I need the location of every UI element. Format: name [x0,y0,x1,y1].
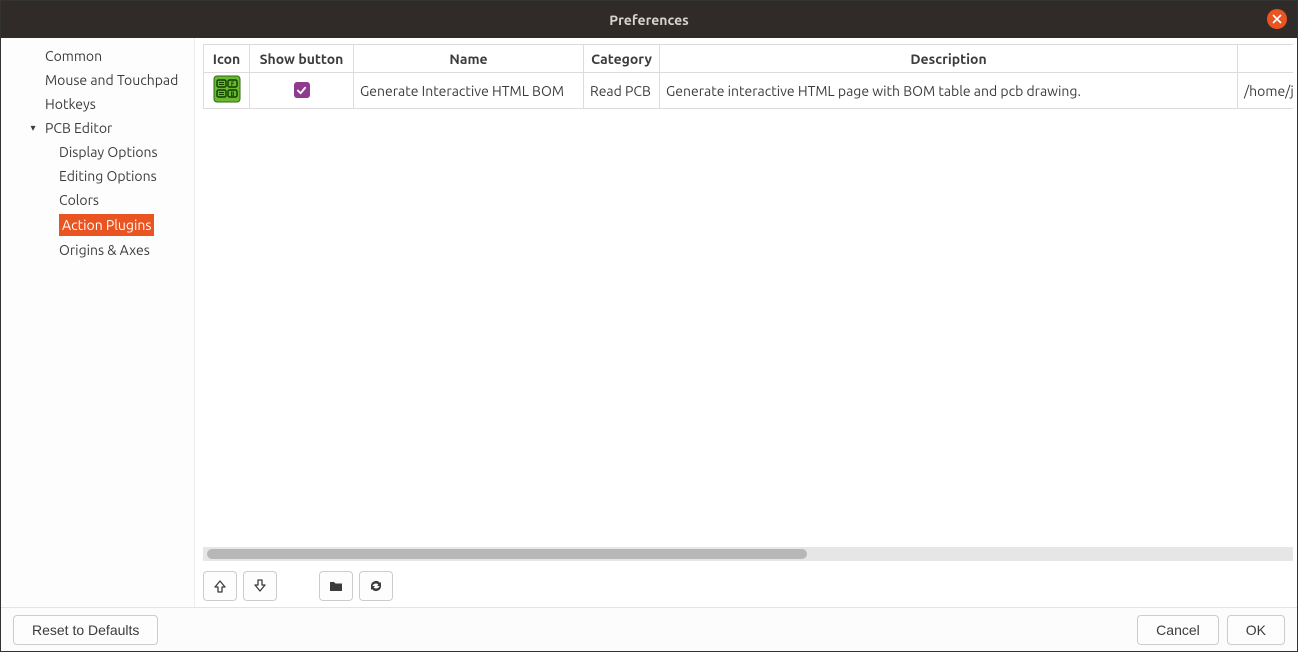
arrow-up-icon [212,578,228,594]
content-panel: Icon Show button Name Category Descripti… [195,38,1297,607]
plugins-table-wrapper: Icon Show button Name Category Descripti… [203,44,1293,543]
refresh-button[interactable] [359,571,393,601]
sidebar-item-mouse-touchpad[interactable]: Mouse and Touchpad [1,68,194,92]
sidebar-item-colors[interactable]: Colors [1,188,194,212]
sidebar-item-display-options[interactable]: Display Options [1,140,194,164]
table-header-row: Icon Show button Name Category Descripti… [204,45,1294,73]
plugin-name-cell: Generate Interactive HTML BOM [354,73,584,109]
header-icon[interactable]: Icon [204,45,250,73]
header-path[interactable] [1238,45,1294,73]
header-description[interactable]: Description [660,45,1238,73]
refresh-icon [368,578,384,594]
plugins-table: Icon Show button Name Category Descripti… [203,44,1293,109]
show-button-checkbox[interactable] [294,82,310,98]
titlebar: Preferences [1,1,1297,38]
open-folder-button[interactable] [319,571,353,601]
plugin-path-cell: /home/j [1238,73,1294,109]
window-title: Preferences [1,12,1297,28]
plugin-description-cell: Generate interactive HTML page with BOM … [660,73,1238,109]
move-up-button[interactable] [203,571,237,601]
sidebar-item-editing-options[interactable]: Editing Options [1,164,194,188]
folder-icon [328,578,344,594]
preferences-sidebar: Common Mouse and Touchpad Hotkeys ▾PCB E… [1,38,195,607]
scrollbar-thumb[interactable] [207,549,807,559]
header-show-button[interactable]: Show button [250,45,354,73]
reset-defaults-button[interactable]: Reset to Defaults [13,615,158,645]
plugin-category-cell: Read PCB [584,73,660,109]
caret-down-icon: ▾ [25,118,41,138]
close-icon [1272,14,1282,24]
sidebar-item-common[interactable]: Common [1,44,194,68]
close-button[interactable] [1267,9,1287,29]
ok-button[interactable]: OK [1227,615,1285,645]
horizontal-scrollbar[interactable] [203,547,1293,561]
svg-text:B: B [230,91,234,98]
plugin-icon-cell: F B [204,73,250,109]
table-row[interactable]: F B [204,73,1294,109]
sidebar-item-pcb-editor[interactable]: ▾PCB Editor [1,116,194,140]
ibom-plugin-icon: F B [213,75,241,103]
cancel-button[interactable]: Cancel [1137,615,1219,645]
dialog-footer: Reset to Defaults Cancel OK [1,607,1297,651]
move-down-button[interactable] [243,571,277,601]
arrow-down-icon [252,578,268,594]
table-toolbar [203,571,1293,601]
sidebar-item-hotkeys[interactable]: Hotkeys [1,92,194,116]
header-category[interactable]: Category [584,45,660,73]
show-button-cell[interactable] [250,73,354,109]
main-area: Common Mouse and Touchpad Hotkeys ▾PCB E… [1,38,1297,607]
sidebar-item-origins-axes[interactable]: Origins & Axes [1,238,194,262]
sidebar-item-action-plugins[interactable]: Action Plugins [1,212,194,238]
header-name[interactable]: Name [354,45,584,73]
checkmark-icon [296,85,307,96]
